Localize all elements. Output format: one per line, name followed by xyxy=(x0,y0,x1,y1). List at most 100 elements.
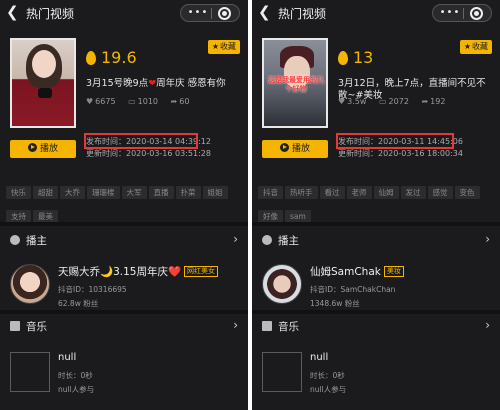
comments-count: 2072 xyxy=(388,97,409,106)
play-icon xyxy=(27,143,37,152)
cover-bow xyxy=(38,88,52,98)
host-avatar[interactable] xyxy=(262,264,302,304)
music-name: null xyxy=(58,352,77,363)
shares-count: 60 xyxy=(179,97,190,106)
music-section-title: 音乐 xyxy=(278,321,299,333)
favorite-label: 收藏 xyxy=(220,42,236,51)
host-name: 天赐大乔🌙3.15周年庆❤️ 网红美女 xyxy=(58,264,219,279)
tag-item[interactable]: 抖音 xyxy=(258,186,283,199)
tag-item[interactable]: 超甜 xyxy=(33,186,58,199)
mini-program-capsule: ••• xyxy=(180,4,240,22)
likes-stat: ♥ 3.5w xyxy=(338,97,366,106)
chevron-right-icon: › xyxy=(233,232,238,246)
share-icon: ➦ xyxy=(421,97,429,106)
video-title: 3月15号晚9点❤周年庆 感恩有你 xyxy=(86,78,240,90)
host-section-header[interactable]: 播主 › xyxy=(0,230,248,252)
tag-item[interactable]: 仙姆 xyxy=(373,186,399,199)
tag-item[interactable]: 大乔 xyxy=(60,186,85,199)
header-bar: ❮ 热门视频 ••• xyxy=(252,0,500,26)
flame-icon xyxy=(86,51,96,65)
tag-item[interactable]: 看过 xyxy=(319,186,345,199)
tag-list: 快乐 超甜 大乔 珊珊楼 大军 直播 扑菜 姐姐支持 最美 xyxy=(6,180,244,228)
video-title-part-a: 3月15号晚9点 xyxy=(86,78,149,89)
chevron-right-icon: › xyxy=(485,232,490,246)
play-label: 播放 xyxy=(39,144,58,154)
host-badge: 美妆 xyxy=(383,266,404,277)
tag-item[interactable]: 感觉 xyxy=(427,186,453,199)
comments-count: 1010 xyxy=(137,97,158,106)
tag-item[interactable]: 热听手 xyxy=(285,186,318,199)
mini-program-capsule: ••• xyxy=(432,4,492,22)
tag-item[interactable]: 大军 xyxy=(121,186,147,199)
like-icon: ♥ xyxy=(338,97,346,106)
host-name-text: 仙姆SamChak xyxy=(310,266,381,278)
music-duration: 时长：0秒 xyxy=(58,371,93,380)
cover-face xyxy=(32,50,56,78)
capsule-divider xyxy=(211,8,212,19)
share-icon: ➦ xyxy=(170,97,178,106)
host-section-title: 播主 xyxy=(26,235,47,247)
flame-icon xyxy=(338,51,348,65)
music-section-header[interactable]: 音乐 › xyxy=(0,316,248,338)
favorite-button[interactable]: ★收藏 xyxy=(459,40,492,54)
update-time: 更新时间：2020-03-16 18:00:34 xyxy=(338,149,463,158)
tag-item[interactable]: 变色 xyxy=(454,186,480,199)
video-cover[interactable] xyxy=(10,38,76,128)
tag-item[interactable]: 老师 xyxy=(346,186,372,199)
section-divider xyxy=(0,310,248,314)
tag-item[interactable]: 珊珊楼 xyxy=(87,186,120,199)
host-avatar[interactable] xyxy=(10,264,50,304)
page-title: 热门视频 xyxy=(26,7,75,21)
music-users: null人参与 xyxy=(310,385,347,394)
comment-icon: ▭ xyxy=(378,97,387,106)
back-arrow-icon[interactable]: ❮ xyxy=(258,3,271,21)
play-button[interactable]: 播放 xyxy=(262,140,328,158)
tag-item[interactable]: 快乐 xyxy=(6,186,31,199)
shares-count: 192 xyxy=(430,97,446,106)
more-icon[interactable]: ••• xyxy=(187,7,209,19)
music-cover[interactable] xyxy=(262,352,302,392)
close-target-icon[interactable] xyxy=(218,7,231,20)
video-cover[interactable]: 这是我最爱用的几个好物 xyxy=(262,38,328,128)
close-target-icon[interactable] xyxy=(470,7,483,20)
music-section-title: 音乐 xyxy=(26,321,47,333)
comments-stat: ▭ 2072 xyxy=(379,97,409,106)
play-label: 播放 xyxy=(291,144,310,154)
host-name-text: 天赐大乔🌙3.15周年庆❤️ xyxy=(58,266,182,278)
favorite-button[interactable]: ★收藏 xyxy=(207,40,240,54)
music-duration: 时长：0秒 xyxy=(310,371,345,380)
tag-item[interactable]: 姐姐 xyxy=(202,186,228,199)
shares-stat: ➦ 192 xyxy=(421,97,445,106)
music-section-header[interactable]: 音乐 › xyxy=(252,316,500,338)
music-cover[interactable] xyxy=(10,352,50,392)
page-title: 热门视频 xyxy=(278,7,327,21)
tag-list: 抖音 热听手 看过 老师 仙姆 发过 感觉 变色好像 sam xyxy=(258,180,496,228)
play-icon xyxy=(279,143,289,152)
play-button[interactable]: 播放 xyxy=(10,140,76,158)
star-icon: ★ xyxy=(463,42,471,51)
tag-item[interactable]: 扑菜 xyxy=(175,186,201,199)
host-section-header[interactable]: 播主 › xyxy=(252,230,500,252)
highlight-annotation xyxy=(84,133,198,149)
comment-icon: ▭ xyxy=(128,97,136,106)
likes-count: 3.5w xyxy=(347,97,367,106)
shares-stat: ➦ 60 xyxy=(171,97,190,106)
host-fans: 1348.6w 粉丝 xyxy=(310,299,360,308)
highlight-annotation xyxy=(336,133,454,149)
music-icon xyxy=(10,321,20,331)
back-arrow-icon[interactable]: ❮ xyxy=(6,3,19,21)
more-icon[interactable]: ••• xyxy=(439,7,461,19)
tag-item[interactable]: 发过 xyxy=(400,186,426,199)
music-icon xyxy=(262,321,272,331)
host-icon xyxy=(262,235,272,245)
video-detail-panel-right: ❮ 热门视频 ••• 这是我最爱用的几个好物 13 ★收藏 3月12日，晚上7点… xyxy=(252,0,500,410)
cover-overlay-text: 这是我最爱用的几个好物 xyxy=(268,76,324,93)
section-divider xyxy=(252,310,500,314)
capsule-divider xyxy=(463,8,464,19)
update-time: 更新时间：2020-03-16 03:51:28 xyxy=(86,149,211,158)
heat-value: 13 xyxy=(353,48,374,67)
music-users: null人参与 xyxy=(58,385,95,394)
star-icon: ★ xyxy=(211,42,219,51)
tag-item[interactable]: 直播 xyxy=(148,186,174,199)
likes-stat: ♥ 6675 xyxy=(86,97,116,106)
